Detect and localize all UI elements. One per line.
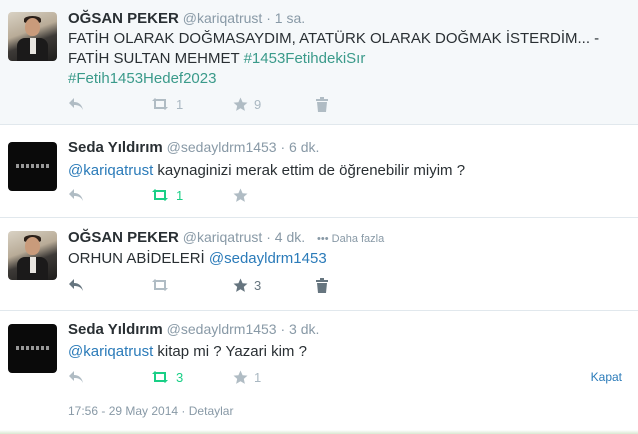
tweet-3[interactable]: OĞSAN PEKER @kariqatrust · 4 dk. ••• Dah… [0, 219, 638, 311]
author-name[interactable]: Seda Yıldırım [68, 139, 163, 156]
delete-button[interactable] [316, 275, 328, 295]
mention-link[interactable]: @sedayldrm1453 [209, 250, 327, 267]
separator-dot: · [280, 139, 286, 155]
retweet-icon [152, 371, 168, 383]
reply-icon [69, 371, 83, 383]
separator-dot: · [266, 10, 271, 26]
tweet-text-body: ORHUN ABİDELERİ [68, 250, 209, 267]
favorite-button[interactable]: 9 [233, 94, 261, 114]
retweet-button[interactable] [150, 275, 170, 295]
favorite-count: 3 [254, 277, 262, 293]
hashtag-link[interactable]: #Fetih1453Hedef2023 [68, 70, 216, 87]
reply-button[interactable] [68, 275, 84, 295]
favorite-button[interactable] [233, 185, 248, 205]
retweet-button[interactable]: 1 [150, 94, 183, 114]
reply-icon [69, 98, 83, 110]
retweet-count: 3 [176, 369, 184, 385]
mention-link[interactable]: @kariqatrust [68, 162, 153, 179]
reply-icon [69, 279, 83, 291]
star-icon [233, 188, 248, 202]
retweet-icon [152, 189, 168, 201]
tweet-text-body: kaynaginizi merak ettim de öğrenebilir m… [153, 162, 466, 179]
avatar[interactable] [8, 231, 57, 280]
more-options-button[interactable]: ••• Daha fazla [317, 233, 384, 245]
star-icon [233, 97, 248, 111]
retweet-icon [152, 98, 168, 110]
favorite-count: 9 [254, 96, 262, 112]
tweet-time[interactable]: 6 dk. [289, 139, 319, 155]
favorite-button[interactable]: 1 [233, 367, 261, 387]
tweet-text: ORHUN ABİDELERİ @sedayldrm1453 [68, 249, 608, 269]
tweet-1[interactable]: OĞSAN PEKER @kariqatrust · 1 sa. FATİH O… [0, 0, 638, 125]
retweet-button[interactable]: 3 [150, 367, 183, 387]
tweet-time[interactable]: 3 dk. [289, 321, 319, 337]
bottom-divider [0, 430, 638, 434]
favorite-button[interactable]: 3 [233, 275, 261, 295]
author-handle[interactable]: @sedayldrm1453 [167, 139, 277, 155]
tweet-text-body: kitap mi ? Yazari kim ? [153, 343, 307, 360]
reply-button[interactable] [68, 185, 84, 205]
avatar[interactable] [8, 324, 57, 373]
star-icon [233, 370, 248, 384]
favorite-count: 1 [254, 369, 262, 385]
separator-dot: · [280, 321, 286, 337]
delete-button[interactable] [316, 94, 328, 114]
close-button[interactable]: Kapat [591, 370, 622, 384]
avatar[interactable] [8, 12, 57, 61]
tweet-text: @kariqatrust kitap mi ? Yazari kim ? [68, 342, 608, 362]
author-name[interactable]: OĞSAN PEKER [68, 10, 179, 27]
star-icon [233, 278, 248, 292]
retweet-button[interactable]: 1 [150, 185, 183, 205]
hashtag-link[interactable]: #1453FetihdekiSır [244, 50, 366, 67]
author-handle[interactable]: @kariqatrust [183, 10, 263, 26]
reply-button[interactable] [68, 94, 84, 114]
tweet-text: FATİH OLARAK DOĞMASAYDIM, ATATÜRK OLARAK… [68, 29, 608, 89]
retweet-count: 1 [176, 96, 184, 112]
tweet-footer: 17:56 - 29 May 2014 · Detaylar [68, 404, 233, 418]
author-handle[interactable]: @sedayldrm1453 [167, 321, 277, 337]
tweet-time[interactable]: 1 sa. [275, 10, 305, 26]
separator-dot: · [266, 229, 271, 245]
tweet-2[interactable]: Seda Yıldırım @sedayldrm1453 · 6 dk. @ka… [0, 126, 638, 218]
trash-icon [316, 96, 328, 112]
trash-icon [316, 277, 328, 293]
author-handle[interactable]: @kariqatrust [183, 229, 263, 245]
author-name[interactable]: Seda Yıldırım [68, 321, 163, 338]
separator-dot: · [181, 404, 186, 418]
retweet-icon [152, 279, 168, 291]
mention-link[interactable]: @kariqatrust [68, 343, 153, 360]
tweet-timestamp[interactable]: 17:56 - 29 May 2014 [68, 404, 178, 418]
tweet-time[interactable]: 4 dk. [275, 229, 305, 245]
author-name[interactable]: OĞSAN PEKER [68, 229, 179, 246]
tweet-text: @kariqatrust kaynaginizi merak ettim de … [68, 161, 608, 181]
retweet-count: 1 [176, 187, 184, 203]
details-link[interactable]: Detaylar [189, 404, 234, 418]
avatar[interactable] [8, 142, 57, 191]
reply-button[interactable] [68, 367, 84, 387]
reply-icon [69, 189, 83, 201]
